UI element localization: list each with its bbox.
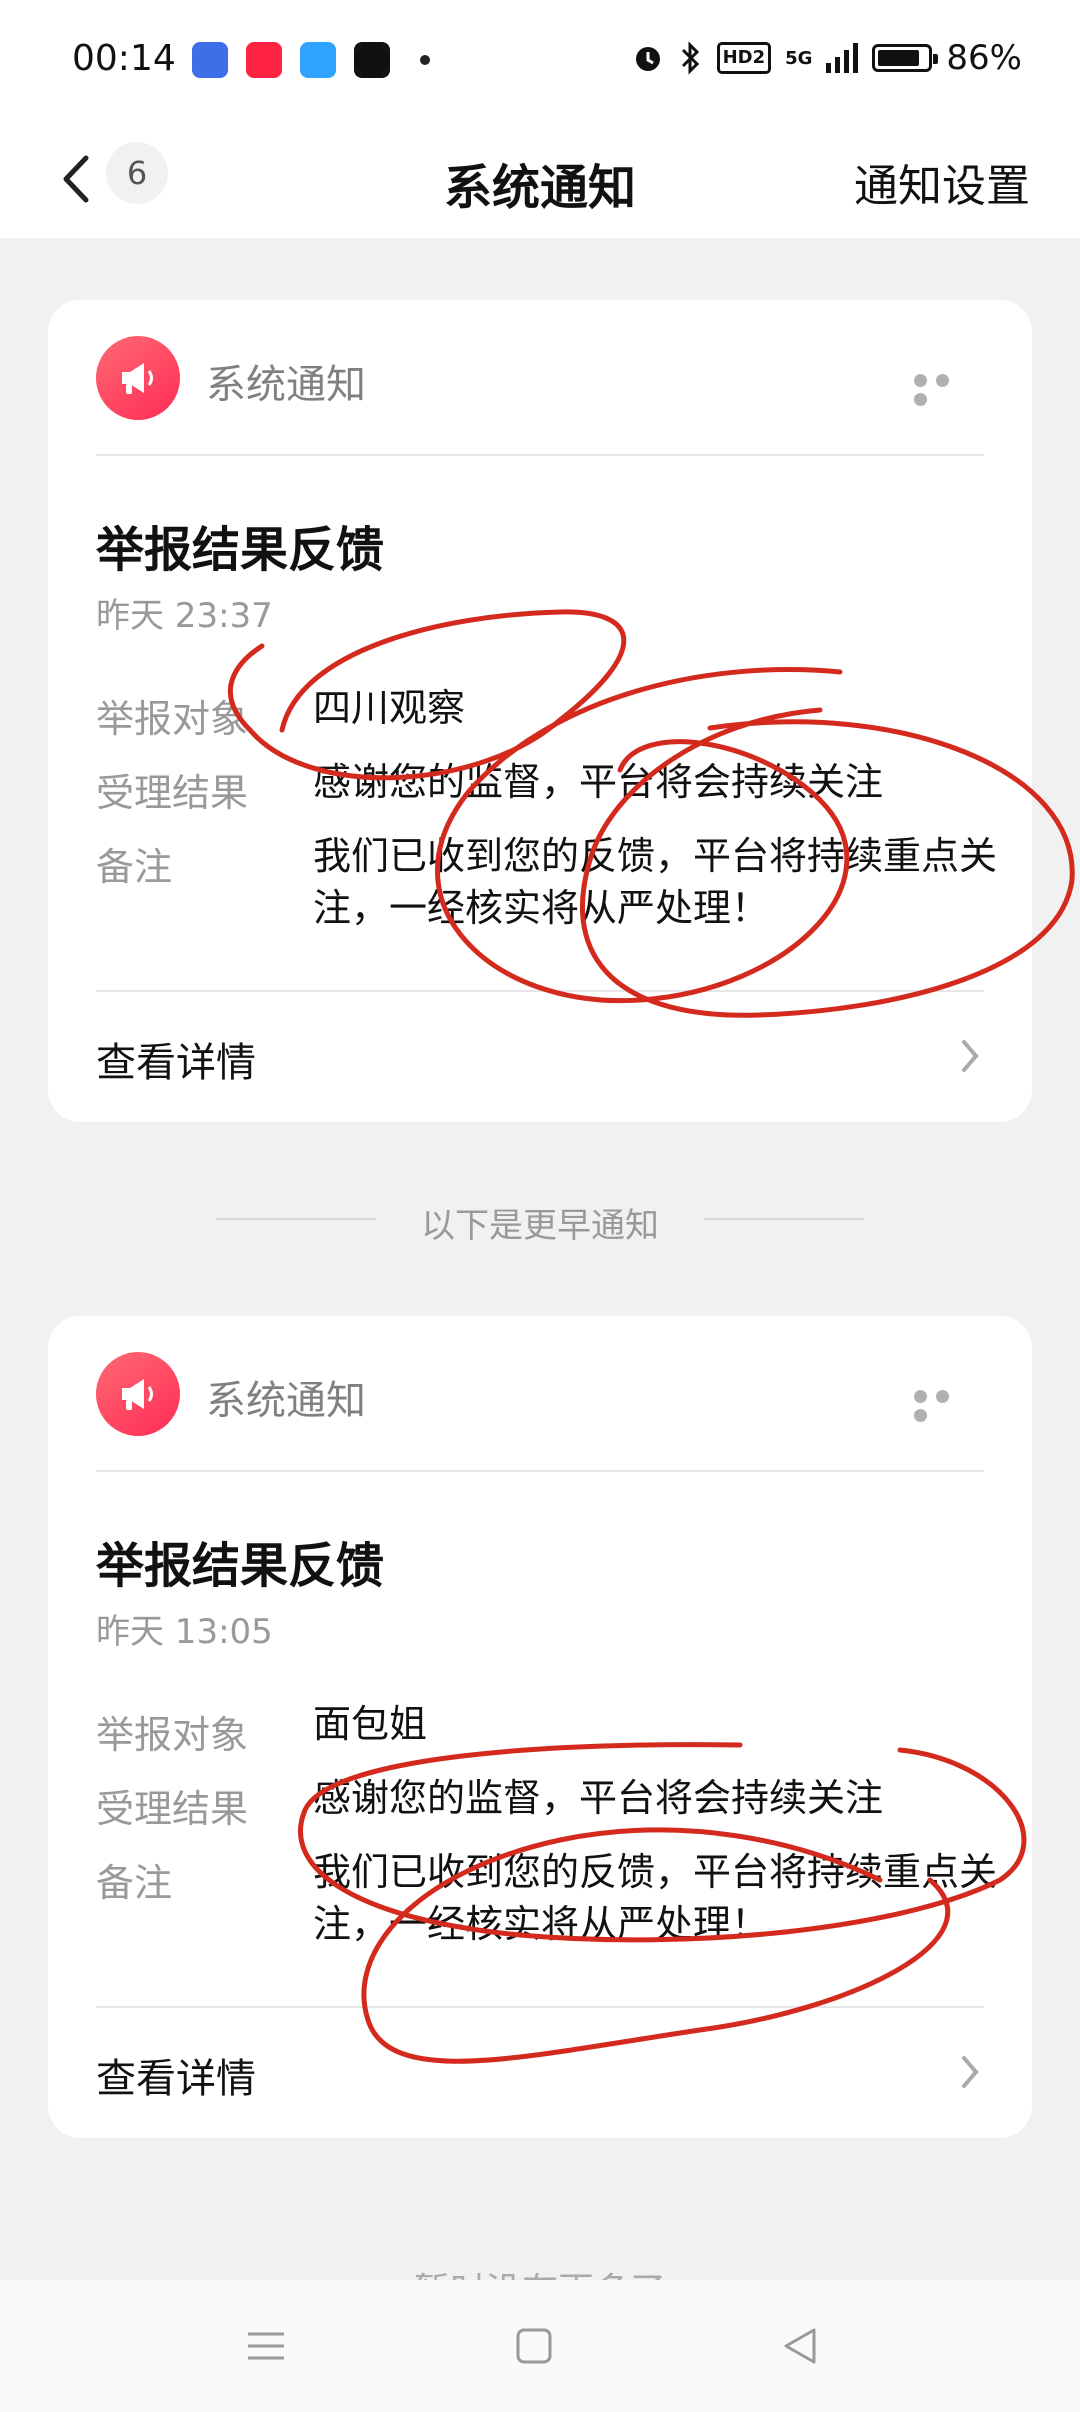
tiktok-app-icon xyxy=(354,42,390,78)
home-square-icon[interactable] xyxy=(510,2322,558,2370)
result-label: 受理结果 xyxy=(96,1787,249,1831)
more-options-icon[interactable] xyxy=(914,372,978,406)
report-target-label: 举报对象 xyxy=(96,697,249,741)
remark-label: 备注 xyxy=(96,845,173,889)
divider-line xyxy=(704,1218,864,1220)
divider xyxy=(96,990,984,992)
menu-icon[interactable] xyxy=(242,2322,290,2370)
notification-time: 昨天 23:37 xyxy=(96,596,273,636)
battery-percent: 86% xyxy=(946,38,1022,78)
megaphone-icon xyxy=(96,1352,180,1436)
remark-label: 备注 xyxy=(96,1861,173,1905)
remark-value: 我们已收到您的反馈，平台将持续重点关注，一经核实将从严处理！ xyxy=(313,834,998,930)
chevron-right-icon[interactable] xyxy=(956,2052,984,2092)
back-triangle-icon[interactable] xyxy=(776,2322,824,2370)
sender-name: 系统通知 xyxy=(206,1378,366,1424)
result-value: 感谢您的监督，平台将会持续关注 xyxy=(313,1776,884,1820)
remark-value: 我们已收到您的反馈，平台将持续重点关注，一经核实将从严处理！ xyxy=(313,1850,998,1946)
notification-card: 系统通知 举报结果反馈 昨天 23:37 举报对象 四川观察 受理结果 感谢您的… xyxy=(48,300,1032,1122)
view-details-link[interactable]: 查看详情 xyxy=(96,1030,256,1088)
report-target-value: 面包姐 xyxy=(313,1702,428,1746)
bluetooth-icon xyxy=(681,41,699,75)
alarm-icon xyxy=(635,47,660,71)
sender-name: 系统通知 xyxy=(206,362,366,408)
signal-label: 5G xyxy=(785,47,813,69)
status-bar: 00:14 HD2 5G 86% xyxy=(0,0,1080,120)
notification-card: 系统通知 举报结果反馈 昨天 13:05 举报对象 面包姐 受理结果 感谢您的监… xyxy=(48,1316,1032,2138)
status-app-icons xyxy=(192,40,430,80)
divider xyxy=(96,1470,984,1472)
more-options-icon[interactable] xyxy=(914,1388,978,1422)
report-target-value: 四川观察 xyxy=(313,686,466,730)
signal-bars-icon xyxy=(826,43,859,73)
earlier-label: 以下是更早通知 xyxy=(421,1206,659,1246)
notification-settings-button[interactable]: 通知设置 xyxy=(854,150,1030,214)
system-navigation-bar xyxy=(0,2280,1080,2412)
status-indicators: HD2 5G 86% xyxy=(631,38,1022,78)
notification-title: 举报结果反馈 xyxy=(96,1538,385,1594)
result-value: 感谢您的监督，平台将会持续关注 xyxy=(313,760,884,804)
megaphone-icon xyxy=(96,336,180,420)
battery-level xyxy=(878,50,920,66)
divider xyxy=(96,2006,984,2008)
battery-icon xyxy=(872,44,939,72)
status-time: 00:14 xyxy=(72,38,176,79)
result-label: 受理结果 xyxy=(96,771,249,815)
hd-voice-badge: HD2 xyxy=(716,42,772,74)
chevron-right-icon[interactable] xyxy=(956,1036,984,1076)
view-details-link[interactable]: 查看详情 xyxy=(96,2046,256,2104)
divider xyxy=(96,454,984,456)
report-target-label: 举报对象 xyxy=(96,1713,249,1757)
xiaohongshu-app-icon xyxy=(246,42,282,78)
notification-title: 举报结果反馈 xyxy=(96,522,385,578)
baidu-app-icon xyxy=(192,42,228,78)
notification-time: 昨天 13:05 xyxy=(96,1612,273,1652)
notification-dot-icon xyxy=(420,55,430,65)
earlier-notifications-divider: 以下是更早通知 xyxy=(0,1198,1080,1248)
browser-app-icon xyxy=(300,42,336,78)
